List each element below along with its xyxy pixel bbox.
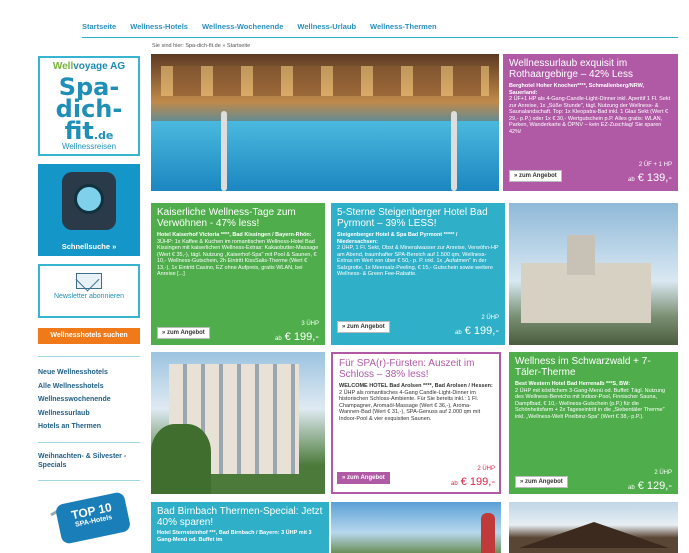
card-description: 2 ÜHP als romantisches 4-Gang Candle-Lig… [339,389,481,422]
top-navigation: Startseite Wellness-Hotels Wellness-Woch… [82,22,678,36]
site-logo[interactable]: Wellvoyage AG Spa- dich- fit.de Wellness… [38,56,140,156]
logo-tagline: Wellnessreisen [61,142,117,151]
hero-description: 2 ÜF+1 HP als 4-Gang-Candle-Light-Dinner… [509,96,671,135]
sidebar-divider [38,480,140,481]
card-hotel: Steigenberger Hotel & Spa Bad Pyrmont **… [337,232,458,245]
card-description: 2 ÜHP, 1 Fl. Sekt, Obst & Mineralwasser … [337,245,499,277]
card-description: 3ÜHP: 1x Kaffee & Kuchen im romantischen… [157,238,319,278]
offer-card-birnbach: Bad Birnbach Thermen-Special: Jetzt 40% … [151,502,329,553]
pagoda-photo[interactable] [509,502,678,553]
schnellsuche-banner[interactable]: Schnellsuche » [38,164,140,256]
newsletter-label: Newsletter abonnieren [53,293,125,300]
top10-tag: TOP 10 SPA-Hotels [54,491,132,545]
card-price: 2 ÜHP ab € 199,- [455,315,499,337]
hotel-building-photo[interactable] [151,352,325,494]
sidebar-link-wochenende[interactable]: Wellnesswochenende [38,393,140,407]
nav-wellness-wochenende[interactable]: Wellness-Wochenende [202,22,283,36]
castle-photo[interactable] [509,203,678,345]
sidebar-link-specials[interactable]: Weihnachten- & Silvester - Specials [38,452,140,470]
sidebar-link-neue[interactable]: Neue Wellnesshotels [38,366,140,380]
hero-hotel: Berghotel Hoher Knochen****, Schmallenbe… [509,83,644,96]
card-title[interactable]: 5-Sterne Steigenberger Hotel Bad Pyrmont… [337,207,499,229]
card-offer-button[interactable]: » zum Angebot [515,476,568,488]
card-hotel: WELCOME HOTEL Bad Arolsen ****, Bad Arol… [339,383,493,389]
sidebar-divider [38,356,140,357]
offer-card-schwarzwald: Wellness im Schwarzwald + 7-Täler-Therme… [509,352,678,494]
card-price: 2 ÜHP ab € 129,- [628,470,672,492]
breadcrumb: Sie sind hier: Spa-dich-fit.de » Startse… [152,43,251,49]
hero-pool-photo[interactable] [151,54,499,191]
schnellsuche-label: Schnellsuche » [61,242,117,251]
card-title[interactable]: Für SPA(r)-Fürsten: Auszeit im Schloss –… [339,358,493,380]
hotels-search-button[interactable]: Wellnesshotels suchen [38,328,140,344]
nav-divider [82,37,678,38]
offer-card-kaiserhof: Kaiserliche Wellness-Tage zum Verwöhnen … [151,203,325,345]
card-title[interactable]: Kaiserliche Wellness-Tage zum Verwöhnen … [157,207,319,229]
card-offer-button[interactable]: » zum Angebot [337,321,390,333]
card-offer-button[interactable]: » zum Angebot [337,472,390,484]
hero-title[interactable]: Wellnessurlaub exquisit im Rothaargebirg… [509,58,672,80]
card-title[interactable]: Wellness im Schwarzwald + 7-Täler-Therme [515,356,672,378]
sidebar-link-thermen[interactable]: Hotels an Thermen [38,420,140,434]
outdoor-photo[interactable] [331,502,501,553]
sidebar-divider [38,442,140,443]
logo-wordmark: Spa- dich- fit.de [55,73,123,145]
newsletter-banner[interactable]: Newsletter abonnieren [38,264,140,318]
hero-offer-button[interactable]: » zum Angebot [509,170,562,182]
nav-wellness-thermen[interactable]: Wellness-Thermen [370,22,437,36]
top10-badge[interactable]: TOP 10 SPA-Hotels [50,491,132,545]
card-description: 2 ÜHP mit köstlichem 3-Gang-Menü od. Buf… [515,387,666,420]
card-price: 3 ÜHP ab € 199,- [275,321,319,343]
binoculars-icon [62,172,116,230]
card-offer-button[interactable]: » zum Angebot [157,327,210,339]
card-hotel: Hotel Sternsteinhof ***, Bad Birnbach / … [157,530,312,543]
sidebar-link-urlaub[interactable]: Wellnessurlaub [38,407,140,421]
envelope-icon [76,273,102,289]
logo-brand: Wellvoyage AG [52,61,126,72]
offer-card-arolsen: Für SPA(r)-Fürsten: Auszeit im Schloss –… [331,352,501,494]
card-title[interactable]: Bad Birnbach Thermen-Special: Jetzt 40% … [157,506,323,528]
sidebar-link-alle[interactable]: Alle Wellnesshotels [38,380,140,394]
card-price: 2 ÜHP ab € 199,- [451,466,495,488]
sidebar-links: Neue Wellnesshotels Alle Wellnesshotels … [38,366,140,434]
offer-card-steigenberger: 5-Sterne Steigenberger Hotel Bad Pyrmont… [331,203,505,345]
hero-offer: Wellnessurlaub exquisit im Rothaargebirg… [503,54,678,191]
nav-wellness-hotels[interactable]: Wellness-Hotels [130,22,188,36]
nav-startseite[interactable]: Startseite [82,22,116,36]
nav-wellness-urlaub[interactable]: Wellness-Urlaub [297,22,356,36]
card-hotel: Hotel Kaiserhof Victoria ****, Bad Kissi… [157,232,312,238]
hero-price: 2 ÜF + 1 HP ab € 139,- [628,162,672,184]
